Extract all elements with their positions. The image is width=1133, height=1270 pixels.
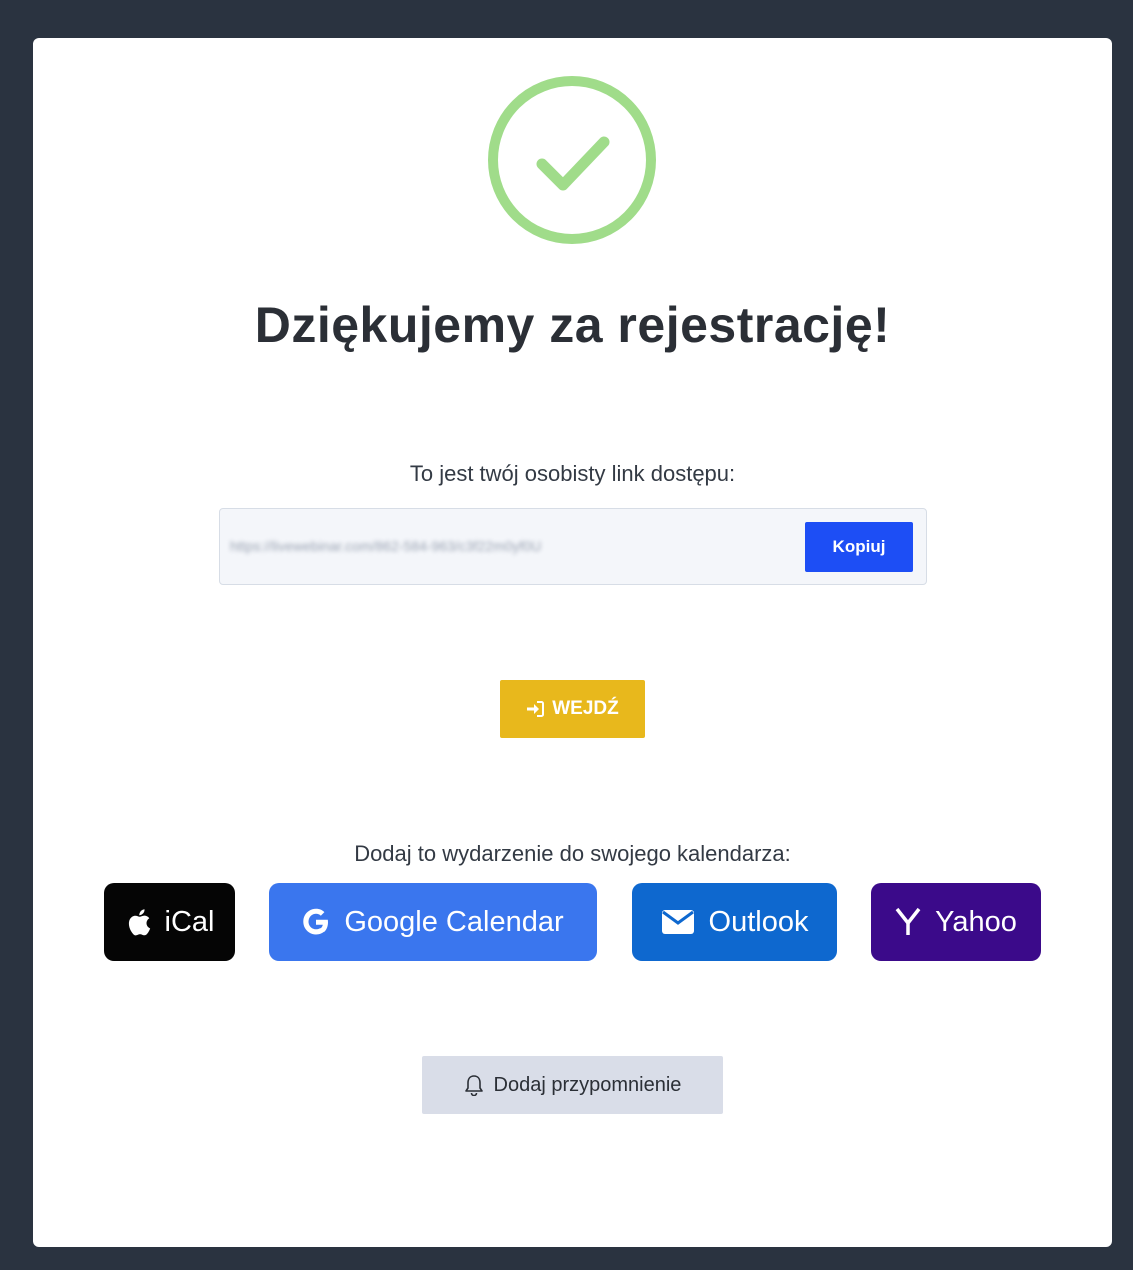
enter-button[interactable]: WEJDŹ	[500, 680, 645, 738]
copy-button[interactable]: Kopiuj	[805, 522, 913, 572]
yahoo-icon	[895, 907, 921, 937]
ical-label: iCal	[164, 905, 215, 938]
ical-button[interactable]: iCal	[104, 883, 235, 961]
success-check-icon	[488, 76, 656, 244]
outlook-label: Outlook	[708, 905, 809, 938]
access-link-group: Kopiuj	[219, 508, 927, 585]
access-link-input[interactable]	[230, 527, 796, 565]
outlook-button[interactable]: Outlook	[632, 883, 837, 961]
add-reminder-label: Dodaj przypomnienie	[493, 1073, 682, 1096]
envelope-icon	[661, 909, 695, 935]
apple-icon	[125, 907, 151, 937]
google-calendar-button[interactable]: Google Calendar	[269, 883, 597, 961]
google-icon	[302, 908, 330, 936]
yahoo-label: Yahoo	[935, 905, 1017, 938]
bell-icon	[464, 1074, 484, 1096]
calendar-label: Dodaj to wydarzenie do swojego kalendarz…	[354, 841, 791, 866]
page-title: Dziękujemy za rejestrację!	[254, 297, 891, 353]
enter-button-label: WEJDŹ	[552, 698, 619, 719]
page-background: Dziękujemy za rejestrację! To jest twój …	[0, 0, 1133, 1270]
registration-confirmation-card: Dziękujemy za rejestrację! To jest twój …	[33, 38, 1112, 1247]
add-reminder-button[interactable]: Dodaj przypomnienie	[422, 1056, 723, 1114]
sign-in-icon	[526, 701, 545, 717]
yahoo-button[interactable]: Yahoo	[871, 883, 1041, 961]
access-link-label: To jest twój osobisty link dostępu:	[409, 461, 736, 486]
google-calendar-label: Google Calendar	[344, 905, 564, 938]
